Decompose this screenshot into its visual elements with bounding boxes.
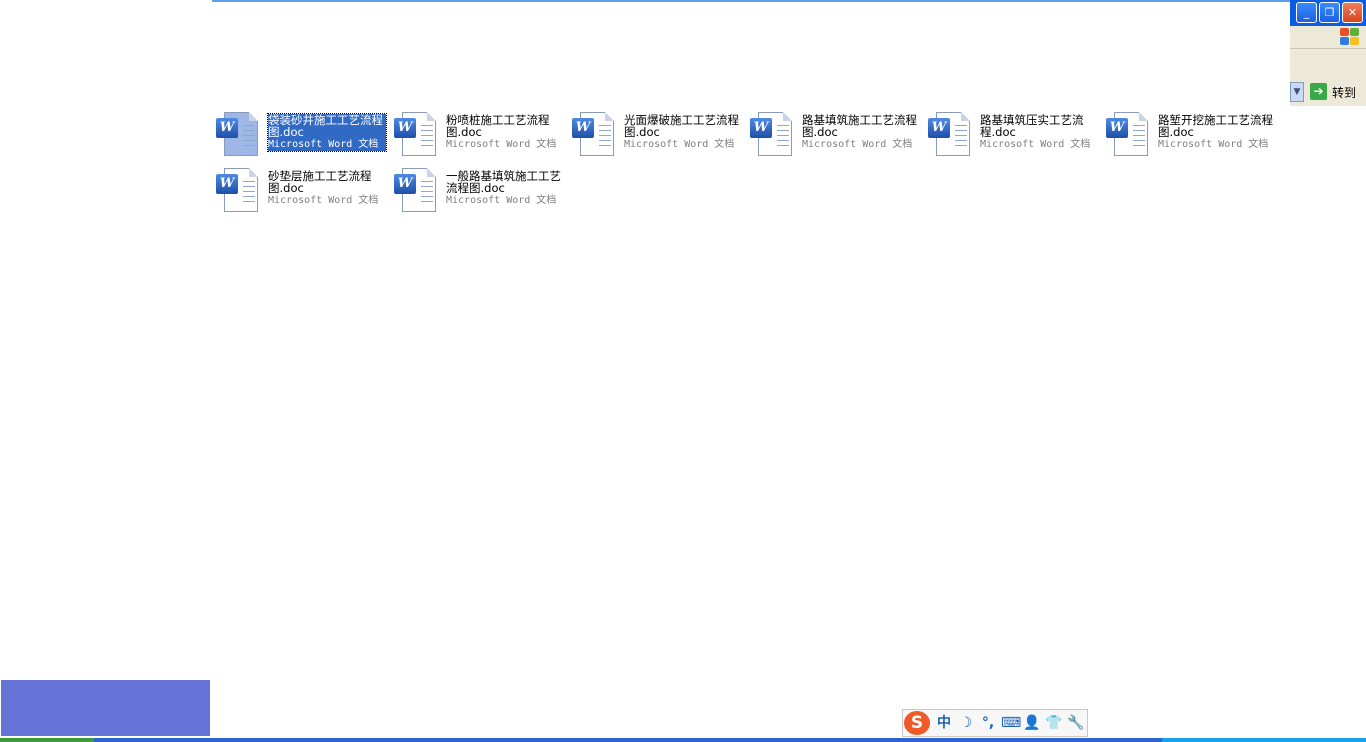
- file-item[interactable]: W 袋装砂井施工工艺流程图.doc Microsoft Word 文档: [214, 110, 387, 162]
- file-label: 光面爆破施工工艺流程图.doc Microsoft Word 文档: [624, 114, 742, 151]
- window-top-border: [212, 0, 1290, 2]
- word-document-icon: W: [394, 166, 442, 214]
- moon-icon[interactable]: ☽: [957, 714, 975, 732]
- file-name: 砂垫层施工工艺流程图.doc: [268, 169, 372, 195]
- file-item[interactable]: W 路基填筑施工工艺流程图.doc Microsoft Word 文档: [748, 110, 918, 162]
- file-item[interactable]: W 一般路基填筑施工工艺流程图.doc Microsoft Word 文档: [392, 166, 562, 218]
- toolbar-separator: [1290, 48, 1366, 49]
- file-name: 路基填筑施工工艺流程图.doc: [802, 113, 917, 139]
- punctuation-button[interactable]: °,: [979, 714, 997, 732]
- file-name: 路堑开挖施工工艺流程图.doc: [1158, 113, 1273, 139]
- left-panel-block: [1, 680, 210, 736]
- file-type: Microsoft Word 文档: [802, 139, 913, 150]
- file-name: 粉喷桩施工工艺流程图.doc: [446, 113, 550, 139]
- sogou-logo-icon[interactable]: S: [904, 711, 930, 735]
- file-label: 路基填筑施工工艺流程图.doc Microsoft Word 文档: [802, 114, 920, 151]
- file-item[interactable]: W 路堑开挖施工工艺流程图.doc Microsoft Word 文档: [1104, 110, 1274, 162]
- skin-icon[interactable]: 👕: [1045, 714, 1063, 732]
- file-type: Microsoft Word 文档: [624, 139, 735, 150]
- ime-toolbar[interactable]: S 中 ☽ °, ⌨ 👤 👕 🔧: [902, 709, 1088, 737]
- file-name: 光面爆破施工工艺流程图.doc: [624, 113, 739, 139]
- close-button[interactable]: ✕: [1342, 2, 1363, 23]
- minimize-button[interactable]: _: [1296, 2, 1317, 23]
- file-name: 一般路基填筑施工工艺流程图.doc: [446, 169, 561, 195]
- word-document-icon: W: [572, 110, 620, 158]
- file-type: Microsoft Word 文档: [268, 139, 379, 150]
- file-type: Microsoft Word 文档: [446, 139, 557, 150]
- file-type: Microsoft Word 文档: [980, 139, 1091, 150]
- windows-logo-icon: [1340, 28, 1360, 46]
- file-type: Microsoft Word 文档: [446, 195, 557, 206]
- system-tray: [1162, 738, 1366, 742]
- title-bar[interactable]: _ ❐ ✕: [1290, 0, 1366, 26]
- file-label: 砂垫层施工工艺流程图.doc Microsoft Word 文档: [268, 170, 386, 207]
- start-button[interactable]: [0, 738, 94, 742]
- file-item[interactable]: W 路基填筑压实工艺流程.doc Microsoft Word 文档: [926, 110, 1096, 162]
- address-dropdown-button[interactable]: ▼: [1290, 82, 1304, 102]
- keyboard-icon[interactable]: ⌨: [1001, 714, 1021, 732]
- word-document-icon: W: [216, 110, 264, 158]
- window-chrome: _ ❐ ✕ ▼ ➔ 转到: [1290, 0, 1366, 106]
- file-label: 袋装砂井施工工艺流程图.doc Microsoft Word 文档: [267, 113, 387, 152]
- file-item[interactable]: W 粉喷桩施工工艺流程图.doc Microsoft Word 文档: [392, 110, 562, 162]
- file-type: Microsoft Word 文档: [268, 195, 379, 206]
- user-icon[interactable]: 👤: [1023, 714, 1041, 732]
- go-button[interactable]: ➔ 转到: [1310, 82, 1364, 102]
- word-document-icon: W: [928, 110, 976, 158]
- file-label: 路堑开挖施工工艺流程图.doc Microsoft Word 文档: [1158, 114, 1276, 151]
- file-item[interactable]: W 砂垫层施工工艺流程图.doc Microsoft Word 文档: [214, 166, 384, 218]
- file-item[interactable]: W 光面爆破施工工艺流程图.doc Microsoft Word 文档: [570, 110, 740, 162]
- restore-button[interactable]: ❐: [1319, 2, 1340, 23]
- file-label: 粉喷桩施工工艺流程图.doc Microsoft Word 文档: [446, 114, 564, 151]
- file-name: 袋装砂井施工工艺流程图.doc: [268, 113, 383, 139]
- address-bar: ▼ ➔ 转到: [1290, 80, 1366, 104]
- word-document-icon: W: [1106, 110, 1154, 158]
- go-label: 转到: [1332, 86, 1357, 100]
- file-name: 路基填筑压实工艺流程.doc: [980, 113, 1084, 139]
- chinese-mode-button[interactable]: 中: [935, 714, 953, 732]
- file-label: 一般路基填筑施工工艺流程图.doc Microsoft Word 文档: [446, 170, 564, 207]
- go-arrow-icon: ➔: [1310, 83, 1327, 100]
- file-type: Microsoft Word 文档: [1158, 139, 1269, 150]
- word-document-icon: W: [394, 110, 442, 158]
- file-label: 路基填筑压实工艺流程.doc Microsoft Word 文档: [980, 114, 1098, 151]
- settings-wrench-icon[interactable]: 🔧: [1067, 714, 1085, 732]
- word-document-icon: W: [750, 110, 798, 158]
- word-document-icon: W: [216, 166, 264, 214]
